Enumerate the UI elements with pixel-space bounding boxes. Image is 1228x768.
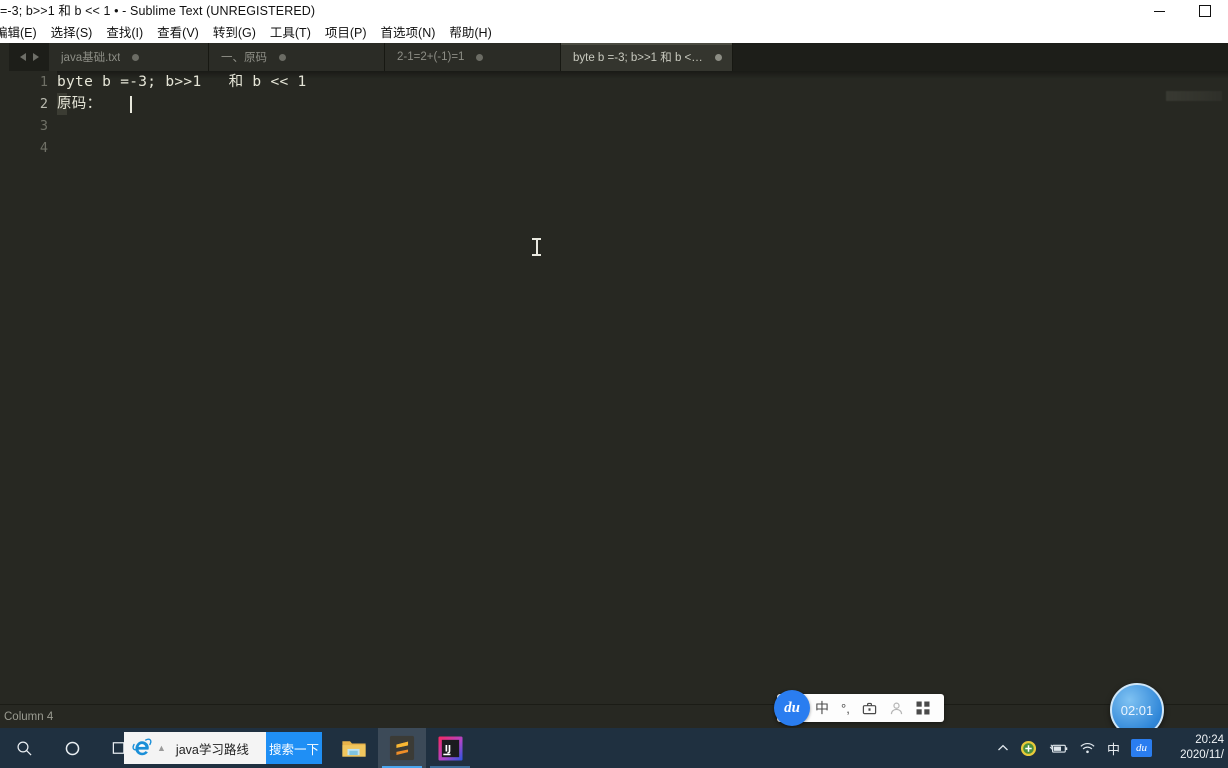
menu-item-edit[interactable]: 编辑(E) <box>0 23 44 43</box>
grid-apps-icon[interactable] <box>916 701 930 715</box>
security-shield-icon[interactable] <box>1020 740 1037 757</box>
line-number-3: 3 <box>39 118 48 134</box>
tab-label: byte b =-3; b>>1 和 b << 1 <box>573 52 703 64</box>
tab-label: java基础.txt <box>61 52 121 64</box>
tab-modified-dot-icon[interactable] <box>132 53 140 61</box>
baidu-icon[interactable]: du <box>1131 739 1152 757</box>
tab-yuanma[interactable]: 一、原码 <box>209 43 385 71</box>
text-caret <box>130 96 132 113</box>
window-title: =-3; b>>1 和 b << 1 • - Sublime Text (UNR… <box>0 4 316 18</box>
menu-item-preferences[interactable]: 首选项(N) <box>374 23 443 43</box>
punctuation-icon[interactable]: °, <box>841 701 850 716</box>
tab-scroll-nav[interactable] <box>9 43 49 71</box>
system-tray: 中 du <box>997 728 1152 768</box>
code-editor[interactable]: 1 2 3 4 byte b =-3; b>>1 和 b << 1 原码： <box>9 71 1228 716</box>
tab-scroll-left-icon[interactable] <box>19 53 26 61</box>
menu-item-find[interactable]: 查找(I) <box>99 23 150 43</box>
internet-explorer-icon <box>129 735 155 761</box>
taskbar-app-intellij-idea[interactable]: IJ <box>426 728 474 768</box>
taskbar-search-go-button[interactable]: 搜索一下 <box>266 732 322 764</box>
tab-arithmetic[interactable]: 2-1=2+(-1)=1 <box>385 43 561 71</box>
menu-item-help[interactable]: 帮助(H) <box>442 23 498 43</box>
toolbox-icon[interactable] <box>862 701 877 716</box>
maximize-button[interactable] <box>1182 0 1228 22</box>
menu-item-goto[interactable]: 转到(G) <box>206 23 263 43</box>
clock-date: 2020/11/ <box>1180 749 1224 761</box>
baidu-ime-logo-icon[interactable]: du <box>774 690 810 726</box>
tab-java-basics[interactable]: java基础.txt <box>49 43 209 71</box>
mouse-ibeam-cursor <box>532 237 541 257</box>
tab-modified-dot-icon[interactable] <box>279 53 286 61</box>
menu-item-tools[interactable]: 工具(T) <box>263 23 318 43</box>
minimize-button[interactable] <box>1136 0 1182 22</box>
battery-icon[interactable] <box>1048 742 1068 755</box>
tab-byte-shift[interactable]: byte b =-3; b>>1 和 b << 1 <box>561 43 733 71</box>
menu-item-selection[interactable]: 选择(S) <box>44 23 100 43</box>
window-controls <box>1136 0 1228 22</box>
cortana-icon[interactable] <box>48 728 96 768</box>
menu-item-project[interactable]: 项目(P) <box>318 23 374 43</box>
taskbar-app-file-explorer[interactable] <box>330 728 378 768</box>
taskbar-app-sublime-text[interactable] <box>378 728 426 768</box>
user-icon[interactable] <box>889 701 904 716</box>
ime-toolbar-items: 中 °, <box>815 694 930 722</box>
taskbar-search-text[interactable]: java学习路线 <box>176 739 249 758</box>
ime-chinese-icon[interactable]: 中 <box>1107 739 1120 758</box>
wifi-icon[interactable] <box>1079 741 1096 755</box>
ime-floating-toolbar[interactable]: du 中 °, <box>774 690 944 726</box>
desktop-screen: =-3; b>>1 和 b << 1 • - Sublime Text (UNR… <box>0 0 1228 768</box>
tab-label: 2-1=2+(-1)=1 <box>397 51 465 63</box>
ie-dropdown-caret-icon[interactable]: ▲ <box>157 743 166 753</box>
svg-text:IJ: IJ <box>444 744 450 754</box>
window-titlebar: =-3; b>>1 和 b << 1 • - Sublime Text (UNR… <box>0 0 1228 22</box>
line-number-2: 2 <box>39 96 48 112</box>
line-number-4: 4 <box>39 140 48 156</box>
chinese-mode-icon[interactable]: 中 <box>815 698 829 718</box>
tab-bar: java基础.txt 一、原码 2-1=2+(-1)=1 byte b =-3;… <box>9 43 1228 71</box>
line-number-1: 1 <box>39 74 48 90</box>
taskbar-clock[interactable]: 20:24 2020/11/ <box>1154 728 1224 768</box>
tab-label: 一、原码 <box>221 52 267 64</box>
menu-bar: 编辑(E) 选择(S) 查找(I) 查看(V) 转到(G) 工具(T) 项目(P… <box>0 22 1228 44</box>
clock-time: 20:24 <box>1195 734 1224 746</box>
status-bar: Column 4 <box>0 704 1228 729</box>
search-icon[interactable] <box>0 728 48 768</box>
show-hidden-icons-chevron-icon[interactable] <box>997 743 1009 753</box>
code-line-1: byte b =-3; b>>1 和 b << 1 <box>57 74 307 90</box>
code-content-area[interactable]: byte b =-3; b>>1 和 b << 1 原码： <box>57 71 1228 716</box>
line-number-gutter: 1 2 3 4 <box>9 71 57 716</box>
timer-value: 02:01 <box>1120 702 1154 718</box>
tab-modified-dot-icon[interactable] <box>715 53 722 61</box>
sublime-text-window: java基础.txt 一、原码 2-1=2+(-1)=1 byte b =-3;… <box>0 43 1228 716</box>
tab-scroll-right-icon[interactable] <box>32 53 39 61</box>
code-line-2: 原码： <box>57 96 102 112</box>
tab-modified-dot-icon[interactable] <box>476 53 484 61</box>
menu-item-view[interactable]: 查看(V) <box>150 23 206 43</box>
status-column-indicator[interactable]: Column 4 <box>4 705 53 729</box>
taskbar-search-box[interactable]: ▲ java学习路线 搜索一下 <box>124 732 322 764</box>
